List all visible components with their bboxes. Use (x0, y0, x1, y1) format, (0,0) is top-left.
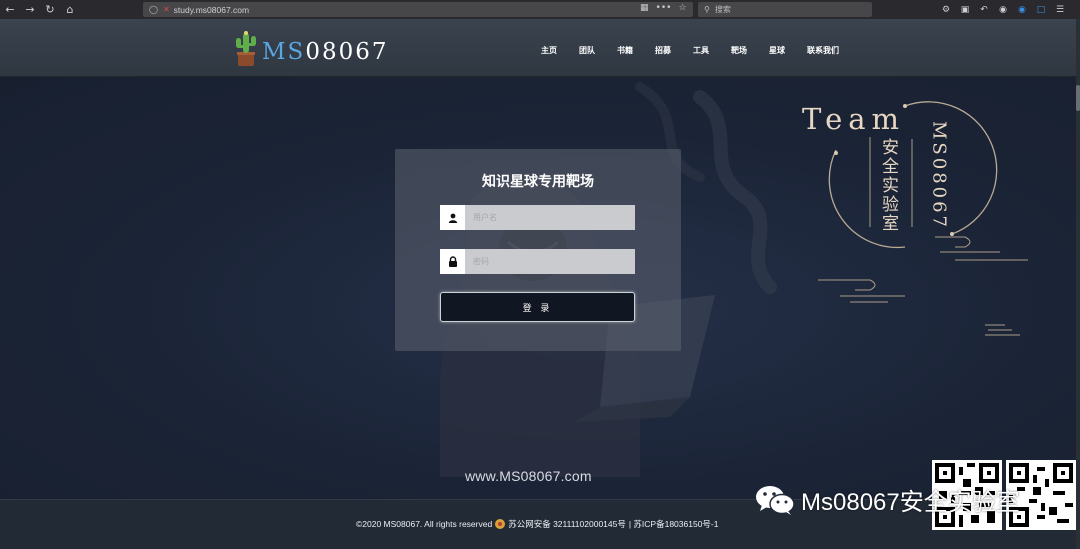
extension-icons: ⚙ ▣ ↶ ◉ ◉ □ ☰ (940, 0, 1066, 19)
site-logo[interactable]: MS08067 (232, 29, 388, 67)
logo-text: MS08067 (262, 39, 389, 65)
icp-record-link[interactable]: | 苏ICP备18036150号-1 (629, 518, 719, 530)
nav-planet[interactable]: 星球 (769, 45, 785, 56)
qr-icon[interactable]: ▦ (640, 3, 649, 13)
nav-tools[interactable]: 工具 (693, 45, 709, 56)
password-input[interactable] (465, 249, 635, 274)
menu-icon[interactable]: ☰ (1054, 4, 1066, 16)
screenshot-icon[interactable]: □ (1035, 4, 1047, 16)
vertical-brand: MS08067 (928, 120, 950, 231)
nav-home[interactable]: 主页 (541, 45, 557, 56)
nav-recruit[interactable]: 招募 (655, 45, 671, 56)
username-input[interactable] (465, 205, 635, 230)
cactus-icon (232, 29, 260, 67)
back-icon[interactable]: ← (0, 0, 20, 19)
main-nav: 主页 团队 书籍 招募 工具 靶场 星球 联系我们 (541, 45, 861, 56)
ublock-icon[interactable]: ◉ (997, 4, 1009, 16)
login-form: 知识星球专用靶场 登 录 (395, 149, 681, 351)
forward-icon[interactable]: → (20, 0, 40, 19)
lab-text: 安全实验室 (882, 138, 899, 234)
watermark-text: Ms08067安全实验室 (801, 489, 1020, 516)
search-input[interactable]: ⚲ 搜索 (698, 2, 872, 17)
lock-icon (440, 249, 465, 274)
undo-icon[interactable]: ↶ (978, 4, 990, 16)
bookmark-star-icon[interactable]: ☆ (678, 3, 686, 13)
site-header: MS08067 主页 团队 书籍 招募 工具 靶场 星球 联系我们 (0, 19, 1076, 77)
url-actions: ▦ ••• ☆ (640, 3, 687, 13)
nav-team[interactable]: 团队 (579, 45, 595, 56)
nav-books[interactable]: 书籍 (617, 45, 633, 56)
search-placeholder: 搜索 (714, 5, 731, 14)
wechat-icon (756, 485, 795, 515)
reader-icon[interactable]: ▣ (959, 4, 971, 16)
extension-icon[interactable]: ⚙ (940, 4, 952, 16)
username-row (440, 205, 635, 230)
hero-section: Team 安全实验室 MS08067 知识星球专用靶场 登 录 www.MS08… (0, 77, 1076, 499)
police-badge-icon (495, 519, 506, 529)
home-icon[interactable]: ⌂ (60, 0, 80, 19)
team-word: Team (802, 102, 906, 136)
password-row (440, 249, 635, 274)
nav-contact[interactable]: 联系我们 (807, 45, 839, 56)
login-button[interactable]: 登 录 (440, 292, 635, 322)
insecure-lock-icon: ✕ (162, 5, 170, 14)
wechat-watermark: Ms08067安全实验室 (754, 482, 1020, 517)
footer-text: ©2020 MS08067. All rights reserved 苏公网安备… (356, 518, 718, 530)
police-record-link[interactable]: 苏公网安备 32111102000145号 (508, 518, 626, 530)
reload-icon[interactable]: ↻ (40, 0, 60, 19)
address-bar[interactable]: ◯ ✕ study.ms08067.com (143, 2, 693, 17)
browser-toolbar: ← → ↻ ⌂ ◯ ✕ study.ms08067.com ▦ ••• ☆ ⚲ … (0, 0, 1080, 19)
search-icon: ⚲ (704, 5, 710, 14)
url-text: study.ms08067.com (173, 4, 250, 15)
scrollbar-thumb[interactable] (1076, 85, 1080, 111)
login-title: 知识星球专用靶场 (482, 174, 594, 190)
nav-range[interactable]: 靶场 (731, 45, 747, 56)
translate-icon[interactable]: ◉ (1016, 4, 1028, 16)
user-icon (440, 205, 465, 230)
copyright-text: ©2020 MS08067. All rights reserved (356, 519, 493, 529)
page-scrollbar[interactable] (1076, 19, 1080, 549)
shield-icon: ◯ (149, 5, 158, 14)
site-url-text: www.MS08067.com (465, 468, 592, 484)
more-actions-button[interactable]: ••• (656, 3, 672, 13)
